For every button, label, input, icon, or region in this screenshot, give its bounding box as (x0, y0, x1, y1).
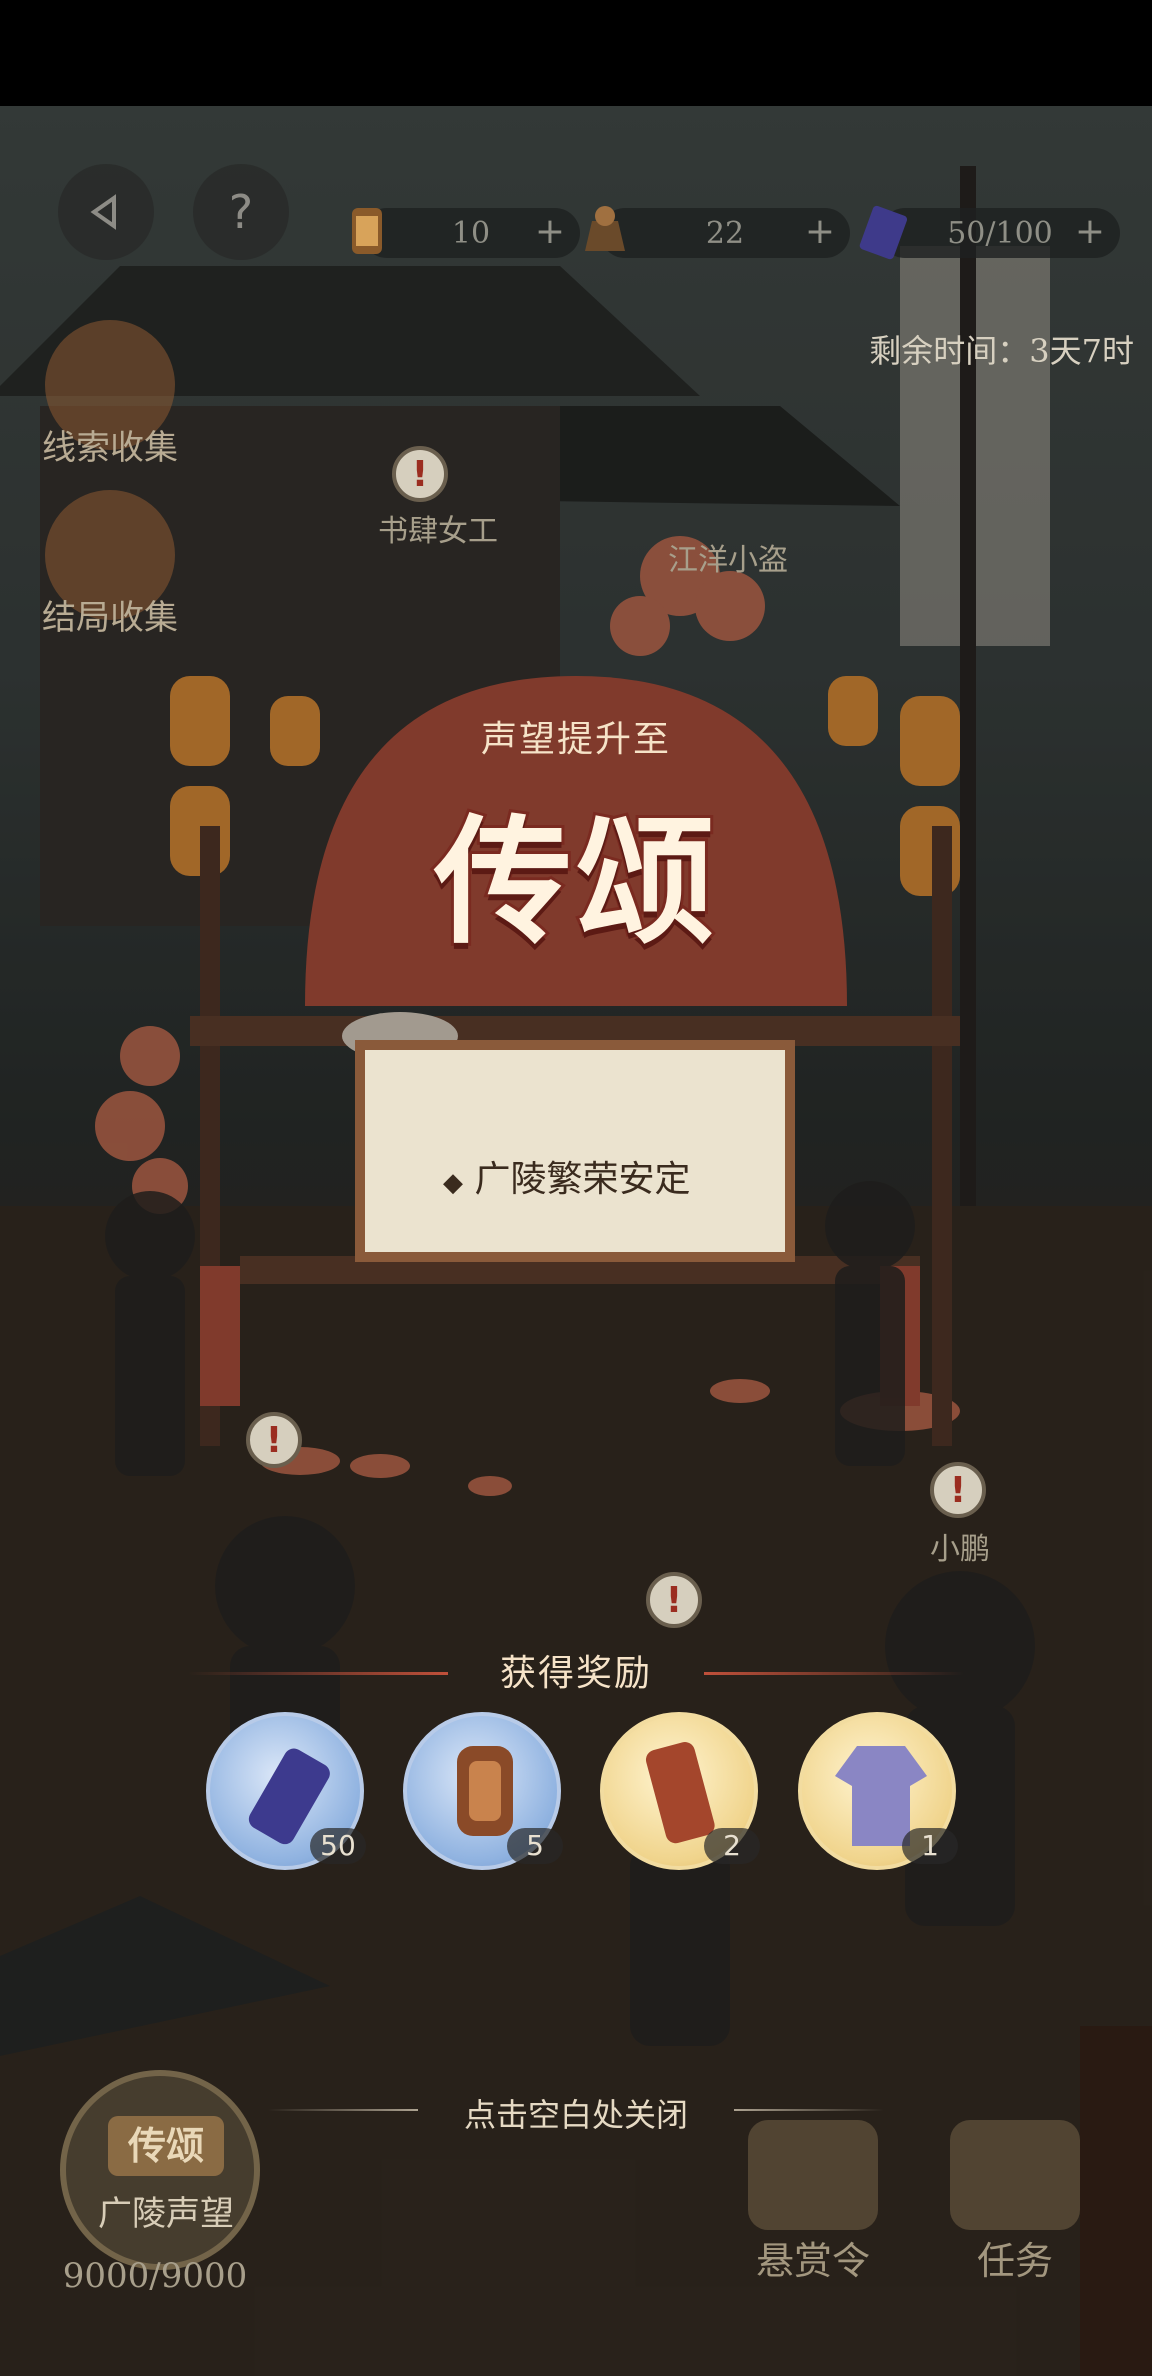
reward-bounty-token[interactable]: 5 (403, 1712, 563, 1870)
reward-count: 50 (310, 1828, 366, 1864)
resource-energy: 50/100 + (859, 205, 1120, 260)
resource-ink-add-button[interactable]: + (800, 212, 840, 252)
ending-collection-button[interactable]: 结局收集 (30, 490, 190, 639)
npc-alert-icon[interactable]: ! (246, 1412, 302, 1468)
reward-energy-drink[interactable]: 50 (206, 1712, 366, 1870)
resource-energy-value: 50/100 (947, 215, 1053, 251)
bounty-order-button[interactable]: 悬赏令 (738, 2120, 888, 2283)
reputation-up-title: 声望提升至 (480, 719, 671, 760)
reward-purple-robe[interactable]: 1 (798, 1712, 958, 1870)
tasks-label: 任务 (976, 2239, 1053, 2283)
scroll-token-icon (352, 208, 382, 254)
resource-scroll-value: 10 (451, 215, 491, 251)
reputation-label: 广陵声望 (98, 2194, 234, 2234)
rewards-title: 获得奖励 (499, 1653, 652, 1694)
tasks-icon (950, 2120, 1080, 2230)
ending-collection-label: 结局收集 (42, 598, 178, 638)
reward-count: 1 (902, 1828, 958, 1864)
npc-label-pirate-thief[interactable]: 江洋小盗 (668, 535, 788, 579)
resource-ink: 22 + (585, 206, 850, 258)
reputation-badge: 传颂 (108, 2116, 224, 2176)
npc-label-xiaopeng[interactable]: 小鹏 (930, 1524, 990, 1568)
help-button[interactable]: ? (193, 164, 289, 260)
npc-label-bookshop-worker[interactable]: 书肆女工 (378, 506, 498, 550)
resource-energy-add-button[interactable]: + (1070, 212, 1110, 252)
npc-alert-icon[interactable]: ! (646, 1572, 702, 1628)
ink-stone-icon (585, 206, 625, 251)
reputation-effect-label: 广陵繁荣安定 (474, 1159, 691, 1200)
reward-guangling-pass[interactable]: 2 (600, 1712, 760, 1870)
reward-count: 2 (704, 1828, 760, 1864)
event-time-remaining: 剩余时间：3天7时 (869, 332, 1134, 370)
reputation-level-title: 传颂 (431, 797, 718, 966)
resource-scroll-add-button[interactable]: + (530, 212, 570, 252)
clue-collection-button[interactable]: 线索收集 (30, 320, 190, 469)
reputation-effect-board: ◆ 广陵繁荣安定 (355, 1040, 795, 1262)
tasks-button[interactable]: 任务 (940, 2120, 1090, 2283)
back-arrow-icon (90, 194, 116, 230)
reputation-value: 9000/9000 (62, 2256, 248, 2296)
npc-alert-icon[interactable]: ! (930, 1462, 986, 1518)
bullet-icon: ◆ (443, 1168, 463, 1198)
reputation-button[interactable]: 传颂 广陵声望 (60, 2070, 260, 2270)
reward-count: 5 (507, 1828, 563, 1864)
bounty-order-icon (748, 2120, 878, 2230)
resource-ink-value: 22 (705, 215, 745, 251)
book-energy-icon (859, 205, 908, 260)
bounty-order-label: 悬赏令 (755, 2239, 870, 2283)
resource-scroll: 10 + (352, 208, 580, 258)
reputation-effect-text: ◆ 广陵繁荣安定 (443, 1150, 690, 1202)
clue-collection-label: 线索收集 (42, 428, 178, 468)
npc-alert-icon[interactable]: ! (392, 446, 448, 502)
back-button[interactable] (58, 164, 154, 260)
status-bar (0, 0, 1152, 106)
